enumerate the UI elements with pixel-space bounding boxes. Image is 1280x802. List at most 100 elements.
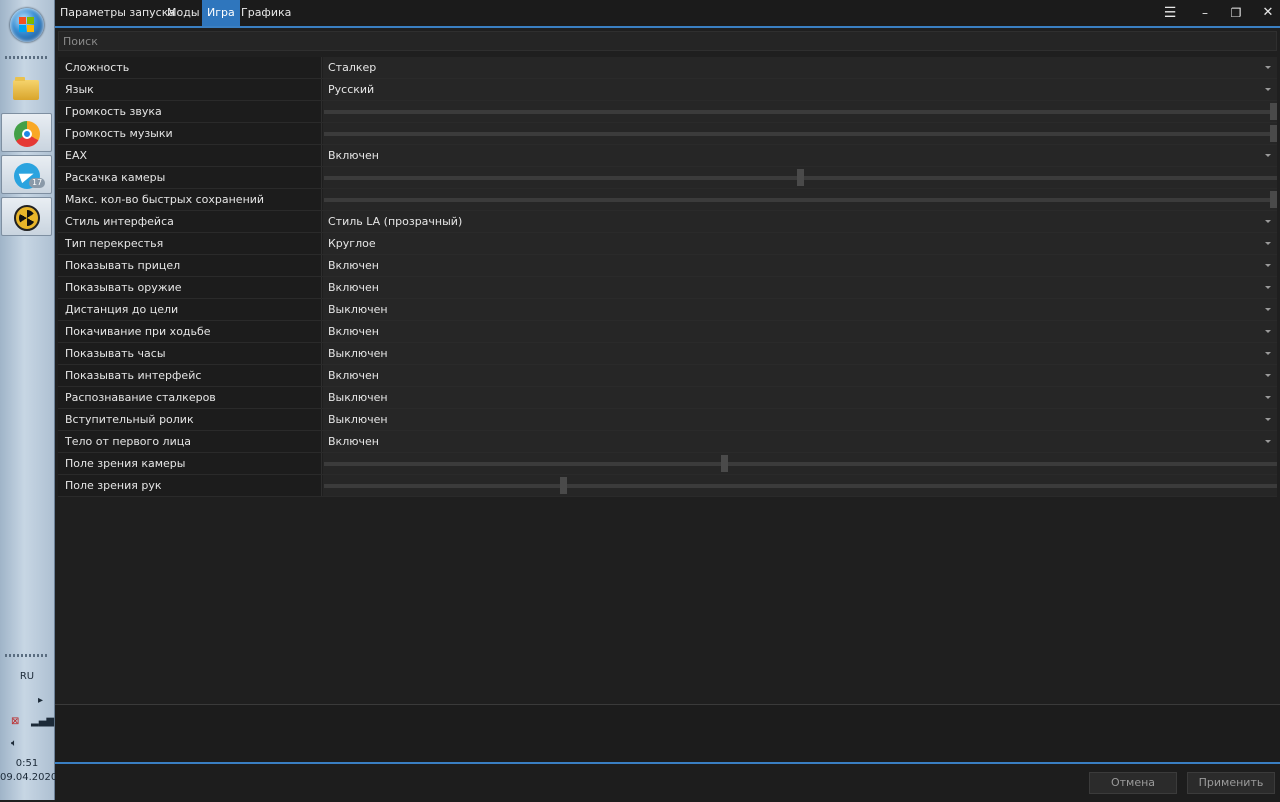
chevron-down-icon[interactable]: [1265, 330, 1271, 333]
settings-row: Показывать интерфейс Включен: [58, 365, 1277, 387]
chevron-down-icon[interactable]: [1265, 154, 1271, 157]
setting-dropdown[interactable]: Выключен: [323, 343, 1277, 364]
restore-icon[interactable]: ❐: [1221, 0, 1251, 26]
dropdown-value: Выключен: [328, 347, 388, 360]
chevron-down-icon[interactable]: [1265, 396, 1271, 399]
chevron-down-icon[interactable]: [1265, 286, 1271, 289]
settings-row: Сложность Сталкер: [58, 57, 1277, 79]
setting-dropdown[interactable]: Сталкер: [323, 57, 1277, 78]
setting-dropdown[interactable]: Выключен: [323, 409, 1277, 430]
setting-label: Громкость звука: [58, 101, 322, 122]
setting-dropdown[interactable]: Круглое: [323, 233, 1277, 254]
settings-row: Тело от первого лица Включен: [58, 431, 1277, 453]
tab-mods[interactable]: Моды: [162, 0, 205, 26]
chevron-down-icon[interactable]: [1265, 440, 1271, 443]
tray-expand-icon[interactable]: ▸: [38, 695, 43, 706]
taskbar-app-chrome[interactable]: [1, 113, 52, 152]
search-input[interactable]: [58, 31, 1277, 51]
slider-thumb[interactable]: [1270, 191, 1277, 208]
setting-label: Макс. кол-во быстрых сохранений: [58, 189, 322, 210]
setting-label: Показывать прицел: [58, 255, 322, 276]
setting-slider[interactable]: [323, 123, 1277, 144]
settings-row: Громкость звука: [58, 101, 1277, 123]
taskbar-grip[interactable]: [5, 654, 49, 657]
signal-icon[interactable]: ▂▄▆: [31, 716, 54, 727]
setting-dropdown[interactable]: Включен: [323, 321, 1277, 342]
setting-dropdown[interactable]: Включен: [323, 365, 1277, 386]
setting-label: Покачивание при ходьбе: [58, 321, 322, 342]
slider-thumb[interactable]: [560, 477, 567, 494]
cancel-button[interactable]: Отмена: [1089, 772, 1177, 794]
chevron-down-icon[interactable]: [1265, 242, 1271, 245]
settings-row: Стиль интерфейса Стиль LA (прозрачный): [58, 211, 1277, 233]
setting-dropdown[interactable]: Включен: [323, 277, 1277, 298]
settings-row: Громкость музыки: [58, 123, 1277, 145]
menu-bar: Параметры запуска Моды Игра Графика ☰ – …: [55, 0, 1280, 28]
chevron-down-icon[interactable]: [1265, 66, 1271, 69]
settings-row: Вступительный ролик Выключен: [58, 409, 1277, 431]
tab-game[interactable]: Игра: [202, 0, 240, 26]
setting-dropdown[interactable]: Включен: [323, 431, 1277, 452]
chevron-down-icon[interactable]: [1265, 352, 1271, 355]
language-indicator[interactable]: RU: [0, 671, 54, 682]
setting-slider[interactable]: [323, 101, 1277, 122]
close-icon[interactable]: ✕: [1253, 0, 1280, 26]
minimize-icon[interactable]: –: [1190, 0, 1220, 26]
slider-track[interactable]: [324, 110, 1277, 114]
notification-badge: 17: [29, 178, 46, 188]
slider-thumb[interactable]: [1270, 125, 1277, 142]
setting-dropdown[interactable]: Стиль LA (прозрачный): [323, 211, 1277, 232]
setting-label: Тело от первого лица: [58, 431, 322, 452]
setting-slider[interactable]: [323, 453, 1277, 474]
start-button[interactable]: [10, 8, 44, 42]
slider-track[interactable]: [324, 484, 1277, 488]
taskbar-grip[interactable]: [5, 56, 49, 59]
clock-time[interactable]: 0:51: [0, 758, 54, 769]
setting-dropdown[interactable]: Выключен: [323, 387, 1277, 408]
taskbar: 17 RU ▸ ⊠ ▂▄▆ 🔈︎ 0:51 09.04.2020: [0, 0, 57, 800]
setting-slider[interactable]: [323, 167, 1277, 188]
slider-track[interactable]: [324, 132, 1277, 136]
tab-graphics[interactable]: Графика: [236, 0, 296, 26]
settings-row: Поле зрения камеры: [58, 453, 1277, 475]
chevron-down-icon[interactable]: [1265, 374, 1271, 377]
setting-slider[interactable]: [323, 189, 1277, 210]
dropdown-value: Сталкер: [328, 61, 377, 74]
clock-date[interactable]: 09.04.2020: [0, 772, 57, 783]
settings-row: Показывать часы Выключен: [58, 343, 1277, 365]
setting-dropdown[interactable]: Выключен: [323, 299, 1277, 320]
setting-slider[interactable]: [323, 475, 1277, 496]
chevron-down-icon[interactable]: [1265, 88, 1271, 91]
slider-thumb[interactable]: [721, 455, 728, 472]
slider-thumb[interactable]: [1270, 103, 1277, 120]
dropdown-value: Стиль LA (прозрачный): [328, 215, 463, 228]
chrome-icon: [14, 121, 40, 147]
taskbar-app-telegram[interactable]: 17: [1, 155, 52, 194]
log-panel: [55, 704, 1280, 762]
taskbar-app-stalker[interactable]: [1, 197, 52, 236]
dropdown-value: Русский: [328, 83, 375, 96]
volume-icon[interactable]: 🔈︎: [11, 738, 17, 749]
setting-label: Поле зрения рук: [58, 475, 322, 496]
apply-button[interactable]: Применить: [1187, 772, 1275, 794]
chevron-down-icon[interactable]: [1265, 308, 1271, 311]
slider-track[interactable]: [324, 462, 1277, 466]
setting-label: Показывать интерфейс: [58, 365, 322, 386]
settings-row: Язык Русский: [58, 79, 1277, 101]
slider-thumb[interactable]: [797, 169, 804, 186]
setting-label: Громкость музыки: [58, 123, 322, 144]
launcher-window: Параметры запуска Моды Игра Графика ☰ – …: [55, 0, 1280, 802]
chevron-down-icon[interactable]: [1265, 264, 1271, 267]
chevron-down-icon[interactable]: [1265, 220, 1271, 223]
taskbar-app-explorer[interactable]: [1, 70, 52, 109]
network-error-icon[interactable]: ⊠: [11, 716, 19, 727]
dropdown-value: Выключен: [328, 391, 388, 404]
slider-track[interactable]: [324, 198, 1277, 202]
hamburger-menu-icon[interactable]: ☰: [1155, 0, 1185, 26]
chevron-down-icon[interactable]: [1265, 418, 1271, 421]
setting-label: Показывать часы: [58, 343, 322, 364]
dropdown-value: Круглое: [328, 237, 376, 250]
setting-dropdown[interactable]: Включен: [323, 255, 1277, 276]
setting-dropdown[interactable]: Включен: [323, 145, 1277, 166]
setting-dropdown[interactable]: Русский: [323, 79, 1277, 100]
